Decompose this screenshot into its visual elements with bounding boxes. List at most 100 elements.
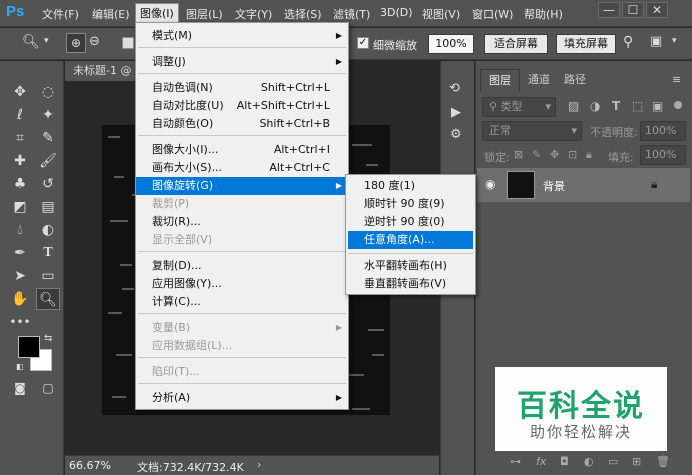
actions-play-icon[interactable]: ▶ (451, 105, 461, 120)
workspace-icon[interactable]: ▣ (650, 34, 662, 49)
move-tool-icon[interactable]: ✥ (8, 81, 32, 103)
menu-image[interactable]: 图像(I) (135, 3, 179, 24)
filter-toggle-icon[interactable] (674, 101, 682, 109)
submenu-item-rotate-180[interactable]: 180 度(1) (348, 177, 473, 195)
swap-colors-icon[interactable]: ⇆ (44, 333, 52, 344)
zoom-value-field[interactable]: 100% (428, 34, 474, 54)
submenu-item-rotate-90-cw[interactable]: 顺时针 90 度(9) (348, 195, 473, 213)
menu-item-analysis[interactable]: 分析(A) ▶ (136, 389, 348, 407)
new-layer-icon[interactable]: ⊞ (632, 455, 641, 468)
default-colors-icon[interactable]: ◧ (16, 362, 24, 371)
delete-layer-icon[interactable]: 🗑︎ (656, 455, 670, 468)
fine-zoom-checkbox[interactable]: ✓ (357, 37, 369, 49)
zoom-in-icon[interactable]: ⊕ (66, 33, 86, 53)
lock-all-icon[interactable]: 🔒︎ (586, 148, 592, 162)
magic-wand-tool-icon[interactable]: ✦ (36, 104, 60, 126)
fit-screen-button[interactable]: 适合屏幕 (484, 34, 548, 54)
brush-tool-icon[interactable]: 🖌︎ (36, 150, 60, 172)
hand-tool-icon[interactable]: ✋ (8, 288, 32, 310)
more-tools-icon[interactable]: ••• (8, 311, 32, 333)
tab-layers[interactable]: 图层 (480, 69, 520, 91)
quick-mask-icon[interactable]: ◙ (8, 377, 32, 399)
clone-stamp-tool-icon[interactable]: ♣ (8, 173, 32, 195)
path-selection-tool-icon[interactable]: ➤ (8, 265, 32, 287)
menu-item-image-rotation[interactable]: 图像旋转(G) ▶ (136, 177, 348, 195)
close-button[interactable]: ✕ (646, 2, 668, 18)
fill-field[interactable]: 100% (640, 145, 686, 165)
menu-item-auto-tone[interactable]: 自动色调(N) Shift+Ctrl+L (136, 79, 348, 97)
new-group-icon[interactable]: ▭ (608, 455, 618, 468)
blend-mode-select[interactable]: 正常 ▾ (482, 121, 582, 141)
zoom-out-icon[interactable]: ⊖ (89, 34, 100, 49)
pen-tool-icon[interactable]: ✒ (8, 242, 32, 264)
menu-item-trap[interactable]: 陷印(T)... (136, 363, 348, 381)
menu-select[interactable]: 选择(S) (284, 6, 322, 22)
screen-mode-icon[interactable]: ▢ (36, 377, 60, 399)
menu-item-calculations[interactable]: 计算(C)... (136, 293, 348, 311)
menu-item-reveal-all[interactable]: 显示全部(V) (136, 231, 348, 249)
menu-item-image-size[interactable]: 图像大小(I)... Alt+Ctrl+I (136, 141, 348, 159)
tab-channels[interactable]: 通道 (520, 69, 558, 91)
menu-filter[interactable]: 滤镜(T) (333, 6, 370, 22)
history-panel-icon[interactable]: ⟲ (449, 81, 460, 96)
menu-edit[interactable]: 编辑(E) (92, 6, 130, 22)
menu-layer[interactable]: 图层(L) (186, 6, 223, 22)
menu-item-crop[interactable]: 裁剪(P) (136, 195, 348, 213)
tab-paths[interactable]: 路径 (556, 69, 594, 91)
link-layers-icon[interactable]: ⊶ (510, 455, 521, 468)
menu-item-auto-color[interactable]: 自动颜色(O) Shift+Ctrl+B (136, 115, 348, 133)
menu-3d[interactable]: 3D(D) (380, 6, 413, 19)
menu-item-canvas-size[interactable]: 画布大小(S)... Alt+Ctrl+C (136, 159, 348, 177)
document-tab[interactable]: 未标题-1 @ (65, 61, 135, 81)
fill-screen-button[interactable]: 填充屏幕 (556, 34, 616, 54)
submenu-item-flip-horizontal[interactable]: 水平翻转画布(H) (348, 257, 473, 275)
healing-brush-tool-icon[interactable]: ✚ (8, 150, 32, 172)
panel-menu-icon[interactable]: ≡ (672, 73, 681, 86)
submenu-item-flip-vertical[interactable]: 垂直翻转画布(V) (348, 275, 473, 293)
maximize-button[interactable]: ☐ (622, 2, 644, 18)
foreground-color-swatch[interactable] (18, 336, 40, 358)
chevron-right-icon[interactable]: › (257, 458, 261, 471)
lock-image-icon[interactable]: ✎ (532, 148, 541, 161)
resize-windows-checkbox[interactable] (122, 37, 134, 49)
eraser-tool-icon[interactable]: ◩ (8, 196, 32, 218)
lasso-tool-icon[interactable]: ℓ (8, 104, 32, 126)
lock-artboard-icon[interactable]: ⊡ (568, 148, 577, 161)
shape-filter-icon[interactable]: ⬚ (632, 99, 643, 113)
menu-item-apply-image[interactable]: 应用图像(Y)... (136, 275, 348, 293)
search-icon[interactable]: ⚲ (623, 34, 633, 50)
fx-icon[interactable]: fx (536, 455, 546, 468)
adjustment-layer-icon[interactable]: ◐ (584, 455, 594, 468)
smart-object-filter-icon[interactable]: ▣ (652, 99, 663, 113)
menu-item-adjustments[interactable]: 调整(J) ▶ (136, 53, 348, 71)
adjustment-filter-icon[interactable]: ◑ (590, 99, 600, 113)
layer-row[interactable]: ◉ 背景 🔒︎ (477, 168, 690, 202)
history-brush-tool-icon[interactable]: ↺ (36, 173, 60, 195)
menu-file[interactable]: 文件(F) (42, 6, 79, 22)
zoom-level[interactable]: 66.67% (69, 459, 111, 472)
gradient-tool-icon[interactable]: ▤ (36, 196, 60, 218)
zoom-tool-icon[interactable]: 🔍︎ (36, 288, 60, 310)
lock-position-icon[interactable]: ✥ (550, 148, 559, 161)
layer-filter-select[interactable]: ⚲ 类型 ▾ (482, 97, 556, 117)
rectangle-tool-icon[interactable]: ▭ (36, 265, 60, 287)
menu-type[interactable]: 文字(Y) (235, 6, 272, 22)
type-tool-icon[interactable]: T (36, 242, 60, 264)
menu-view[interactable]: 视图(V) (422, 6, 460, 22)
pixel-filter-icon[interactable]: ▨ (568, 99, 579, 113)
menu-item-mode[interactable]: 模式(M) ▶ (136, 27, 348, 45)
layer-name[interactable]: 背景 (543, 178, 565, 194)
menu-item-duplicate[interactable]: 复制(D)... (136, 257, 348, 275)
crop-tool-icon[interactable]: ⌗ (8, 127, 32, 149)
submenu-item-rotate-90-ccw[interactable]: 逆时针 90 度(0) (348, 213, 473, 231)
menu-item-variables[interactable]: 变量(B) ▶ (136, 319, 348, 337)
menu-item-apply-data-set[interactable]: 应用数据组(L)... (136, 337, 348, 355)
minimize-button[interactable]: — (598, 2, 620, 18)
blur-tool-icon[interactable]: 💧︎ (8, 219, 32, 241)
menu-item-auto-contrast[interactable]: 自动对比度(U) Alt+Shift+Ctrl+L (136, 97, 348, 115)
menu-help[interactable]: 帮助(H) (524, 6, 563, 22)
zoom-tool-preset-icon[interactable]: 🔍︎ (22, 34, 40, 50)
type-filter-icon[interactable]: T (612, 99, 620, 113)
layer-mask-icon[interactable]: ◘ (560, 455, 569, 468)
lock-transparent-icon[interactable]: ⊠ (514, 148, 523, 161)
